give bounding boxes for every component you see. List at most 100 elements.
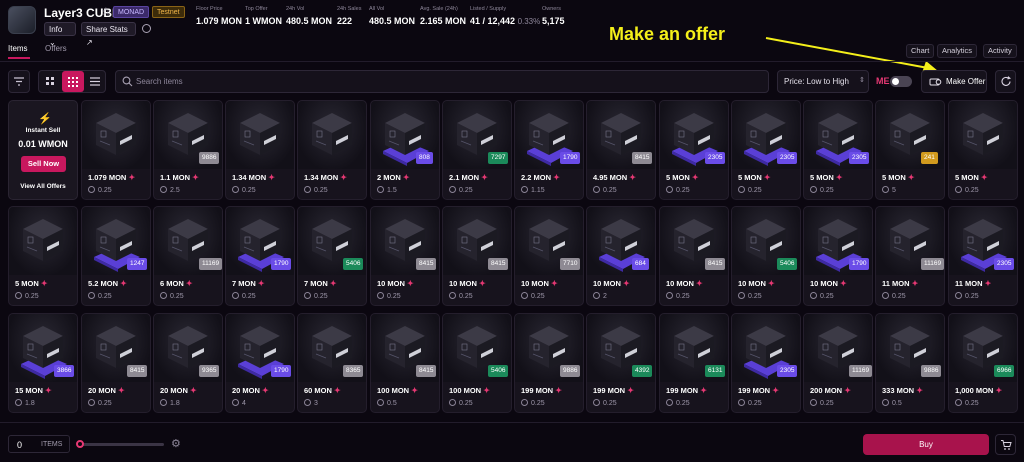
tab-activity[interactable]: Activity xyxy=(983,44,1017,58)
sparkle-icon: ✦ xyxy=(551,279,558,288)
item-card[interactable]: 333 MON ✦ 0.5 9886 xyxy=(875,313,945,413)
item-price: 1.079 MON ✦ xyxy=(88,173,136,182)
refresh-icon xyxy=(1001,76,1011,86)
tab-items[interactable]: Items xyxy=(8,44,28,53)
item-card[interactable]: 1.34 MON ✦ 0.25 xyxy=(225,100,295,200)
view-small-grid-button[interactable] xyxy=(62,71,84,92)
list-icon xyxy=(90,77,100,86)
item-card[interactable]: 6 MON ✦ 0.25 11169 xyxy=(153,206,223,306)
item-card[interactable]: 60 MON ✦ 3 8365 xyxy=(297,313,367,413)
website-icon[interactable] xyxy=(142,24,151,33)
collection-header: Layer3 CUBE ☆ MONAD Testnet Info ⌄ Share… xyxy=(0,0,1024,47)
sparkle-icon: ✦ xyxy=(192,173,199,182)
item-last-sale: 0.25 xyxy=(955,186,979,194)
tab-offers[interactable]: Offers xyxy=(45,44,67,53)
item-card[interactable]: 11 MON ✦ 0.25 2305 xyxy=(948,206,1018,306)
item-card[interactable]: 5 MON ✦ 0.25 2305 xyxy=(659,100,729,200)
sparkle-icon: ✦ xyxy=(40,279,48,288)
info-button[interactable]: Info ⌄ xyxy=(44,22,76,47)
item-card[interactable]: 10 MON ✦ 0.25 8415 xyxy=(659,206,729,306)
coin-icon xyxy=(882,292,889,299)
item-last-sale: 0.25 xyxy=(88,399,112,407)
item-card[interactable]: 10 MON ✦ 0.25 1790 xyxy=(803,206,873,306)
item-price: 20 MON ✦ xyxy=(88,386,125,395)
stat-24h-sales: 24h Sales 222 xyxy=(337,6,362,26)
coin-icon xyxy=(449,186,456,193)
item-card[interactable]: 20 MON ✦ 0.25 8415 xyxy=(81,313,151,413)
sell-now-button[interactable]: Sell Now xyxy=(21,156,66,172)
sweep-slider-handle[interactable] xyxy=(76,440,84,448)
filter-button[interactable] xyxy=(8,70,30,93)
item-card[interactable]: 10 MON ✦ 0.25 8415 xyxy=(370,206,440,306)
item-card[interactable]: 15 MON ✦ 1.8 3866 xyxy=(8,313,78,413)
item-card[interactable]: 10 MON ✦ 0.25 5406 xyxy=(731,206,801,306)
sparkle-icon: ✦ xyxy=(984,279,992,288)
item-price: 333 MON ✦ xyxy=(882,386,923,395)
item-card[interactable]: 5.2 MON ✦ 0.25 1247 xyxy=(81,206,151,306)
item-card[interactable]: 1.34 MON ✦ 0.25 xyxy=(297,100,367,200)
marketplace-toggle[interactable] xyxy=(890,76,912,87)
item-card[interactable]: 2 MON ✦ 1.5 808 xyxy=(370,100,440,200)
item-card[interactable]: 5 MON ✦ 5 241 xyxy=(875,100,945,200)
refresh-button[interactable] xyxy=(995,70,1016,93)
settings-gear-icon[interactable]: ⚙ xyxy=(171,437,181,450)
item-price: 15 MON ✦ xyxy=(15,386,52,395)
coin-icon xyxy=(88,399,95,406)
item-card[interactable]: 10 MON ✦ 0.25 8415 xyxy=(442,206,512,306)
item-card[interactable]: 1,000 MON ✦ 0.25 6966 xyxy=(948,313,1018,413)
favorite-star-icon[interactable]: ☆ xyxy=(101,5,111,18)
item-card[interactable]: 199 MON ✦ 0.25 6131 xyxy=(659,313,729,413)
sparkle-icon: ✦ xyxy=(128,173,136,182)
item-card[interactable]: 200 MON ✦ 0.25 11169 xyxy=(803,313,873,413)
make-offer-button[interactable]: Make Offer xyxy=(921,70,987,93)
item-card[interactable]: 11 MON ✦ 0.25 11169 xyxy=(875,206,945,306)
item-card[interactable]: 4.95 MON ✦ 0.25 8415 xyxy=(586,100,656,200)
rank-badge: 11169 xyxy=(921,258,944,270)
coin-icon xyxy=(666,399,673,406)
item-card[interactable]: 2.1 MON ✦ 0.25 7297 xyxy=(442,100,512,200)
item-card[interactable]: 20 MON ✦ 1.8 9365 xyxy=(153,313,223,413)
coin-icon xyxy=(377,292,384,299)
item-card[interactable]: 1.079 MON ✦ 0.25 xyxy=(81,100,151,200)
coin-icon xyxy=(521,292,528,299)
item-price: 10 MON ✦ xyxy=(521,279,558,288)
item-card[interactable]: 5 MON ✦ 0.25 xyxy=(948,100,1018,200)
rank-badge: 8415 xyxy=(127,365,148,377)
item-card[interactable]: 7 MON ✦ 0.25 5406 xyxy=(297,206,367,306)
item-card[interactable]: 5 MON ✦ 0.25 2305 xyxy=(731,100,801,200)
item-card[interactable]: 10 MON ✦ 2 684 xyxy=(586,206,656,306)
view-list-button[interactable] xyxy=(84,71,106,92)
item-card[interactable]: 10 MON ✦ 0.25 7710 xyxy=(514,206,584,306)
cube-image xyxy=(240,113,280,155)
sort-label: Price: Low to High xyxy=(784,77,849,86)
item-card[interactable]: 2.2 MON ✦ 1.15 1790 xyxy=(514,100,584,200)
item-card[interactable]: 199 MON ✦ 0.25 9886 xyxy=(514,313,584,413)
item-card[interactable]: 100 MON ✦ 0.25 5406 xyxy=(442,313,512,413)
item-card[interactable]: 7 MON ✦ 0.25 1790 xyxy=(225,206,295,306)
tab-chart[interactable]: Chart xyxy=(906,44,935,58)
item-card[interactable]: 1.1 MON ✦ 2.5 9886 xyxy=(153,100,223,200)
item-card[interactable]: 5 MON ✦ 0.25 xyxy=(8,206,78,306)
search-input[interactable] xyxy=(136,74,756,89)
item-card[interactable]: 199 MON ✦ 0.25 2305 xyxy=(731,313,801,413)
rank-badge: 8415 xyxy=(632,152,653,164)
sparkle-icon: ✦ xyxy=(483,386,490,395)
item-count-field[interactable]: 0 ITEMS xyxy=(8,435,70,453)
item-card[interactable]: 199 MON ✦ 0.25 4392 xyxy=(586,313,656,413)
tab-analytics[interactable]: Analytics xyxy=(937,44,978,58)
buy-button[interactable]: Buy xyxy=(863,434,989,455)
sparkle-icon: ✦ xyxy=(691,173,699,182)
rank-badge: 7710 xyxy=(560,258,581,270)
cart-button[interactable] xyxy=(995,434,1016,455)
sweep-slider-track[interactable] xyxy=(79,443,164,446)
item-last-sale: 0.25 xyxy=(810,186,834,194)
item-price: 7 MON ✦ xyxy=(304,279,337,288)
view-all-offers-link[interactable]: View All Offers xyxy=(9,183,77,190)
sort-select[interactable]: Price: Low to High ⇕ xyxy=(777,70,869,93)
item-card[interactable]: 20 MON ✦ 4 1790 xyxy=(225,313,295,413)
item-card[interactable]: 5 MON ✦ 0.25 2305 xyxy=(803,100,873,200)
cube-image xyxy=(23,219,63,261)
share-stats-button[interactable]: Share Stats ↗ xyxy=(81,22,136,47)
item-card[interactable]: 100 MON ✦ 0.5 8415 xyxy=(370,313,440,413)
view-large-grid-button[interactable] xyxy=(39,71,61,92)
